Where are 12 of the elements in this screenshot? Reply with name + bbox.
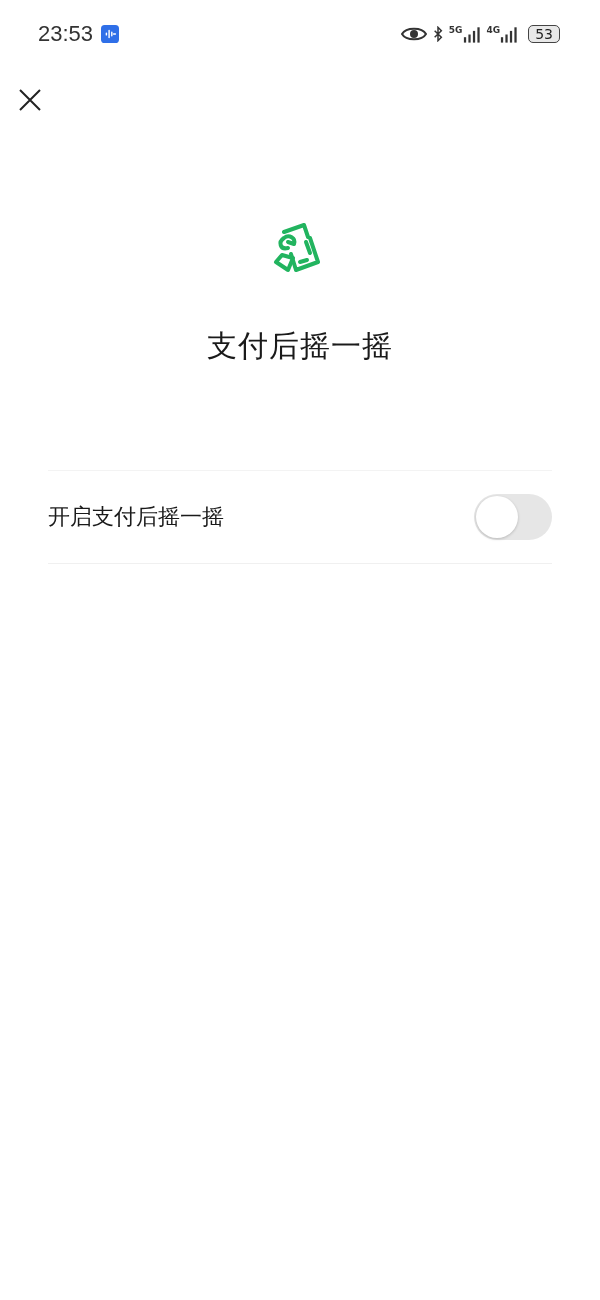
network-label: 5G: [448, 25, 463, 35]
status-time: 23:53: [38, 21, 94, 47]
signal-icon: [500, 25, 519, 43]
eye-icon: [400, 26, 427, 42]
voice-app-icon: [101, 25, 120, 43]
toggle-switch[interactable]: [474, 494, 552, 540]
battery-indicator: 53: [528, 25, 560, 43]
page-title: 支付后摇一摇: [207, 327, 393, 365]
setting-label: 开启支付后摇一摇: [48, 503, 224, 531]
network-label: 4G: [486, 25, 501, 35]
bluetooth-icon: [432, 26, 443, 42]
signal-icon: [462, 25, 481, 43]
